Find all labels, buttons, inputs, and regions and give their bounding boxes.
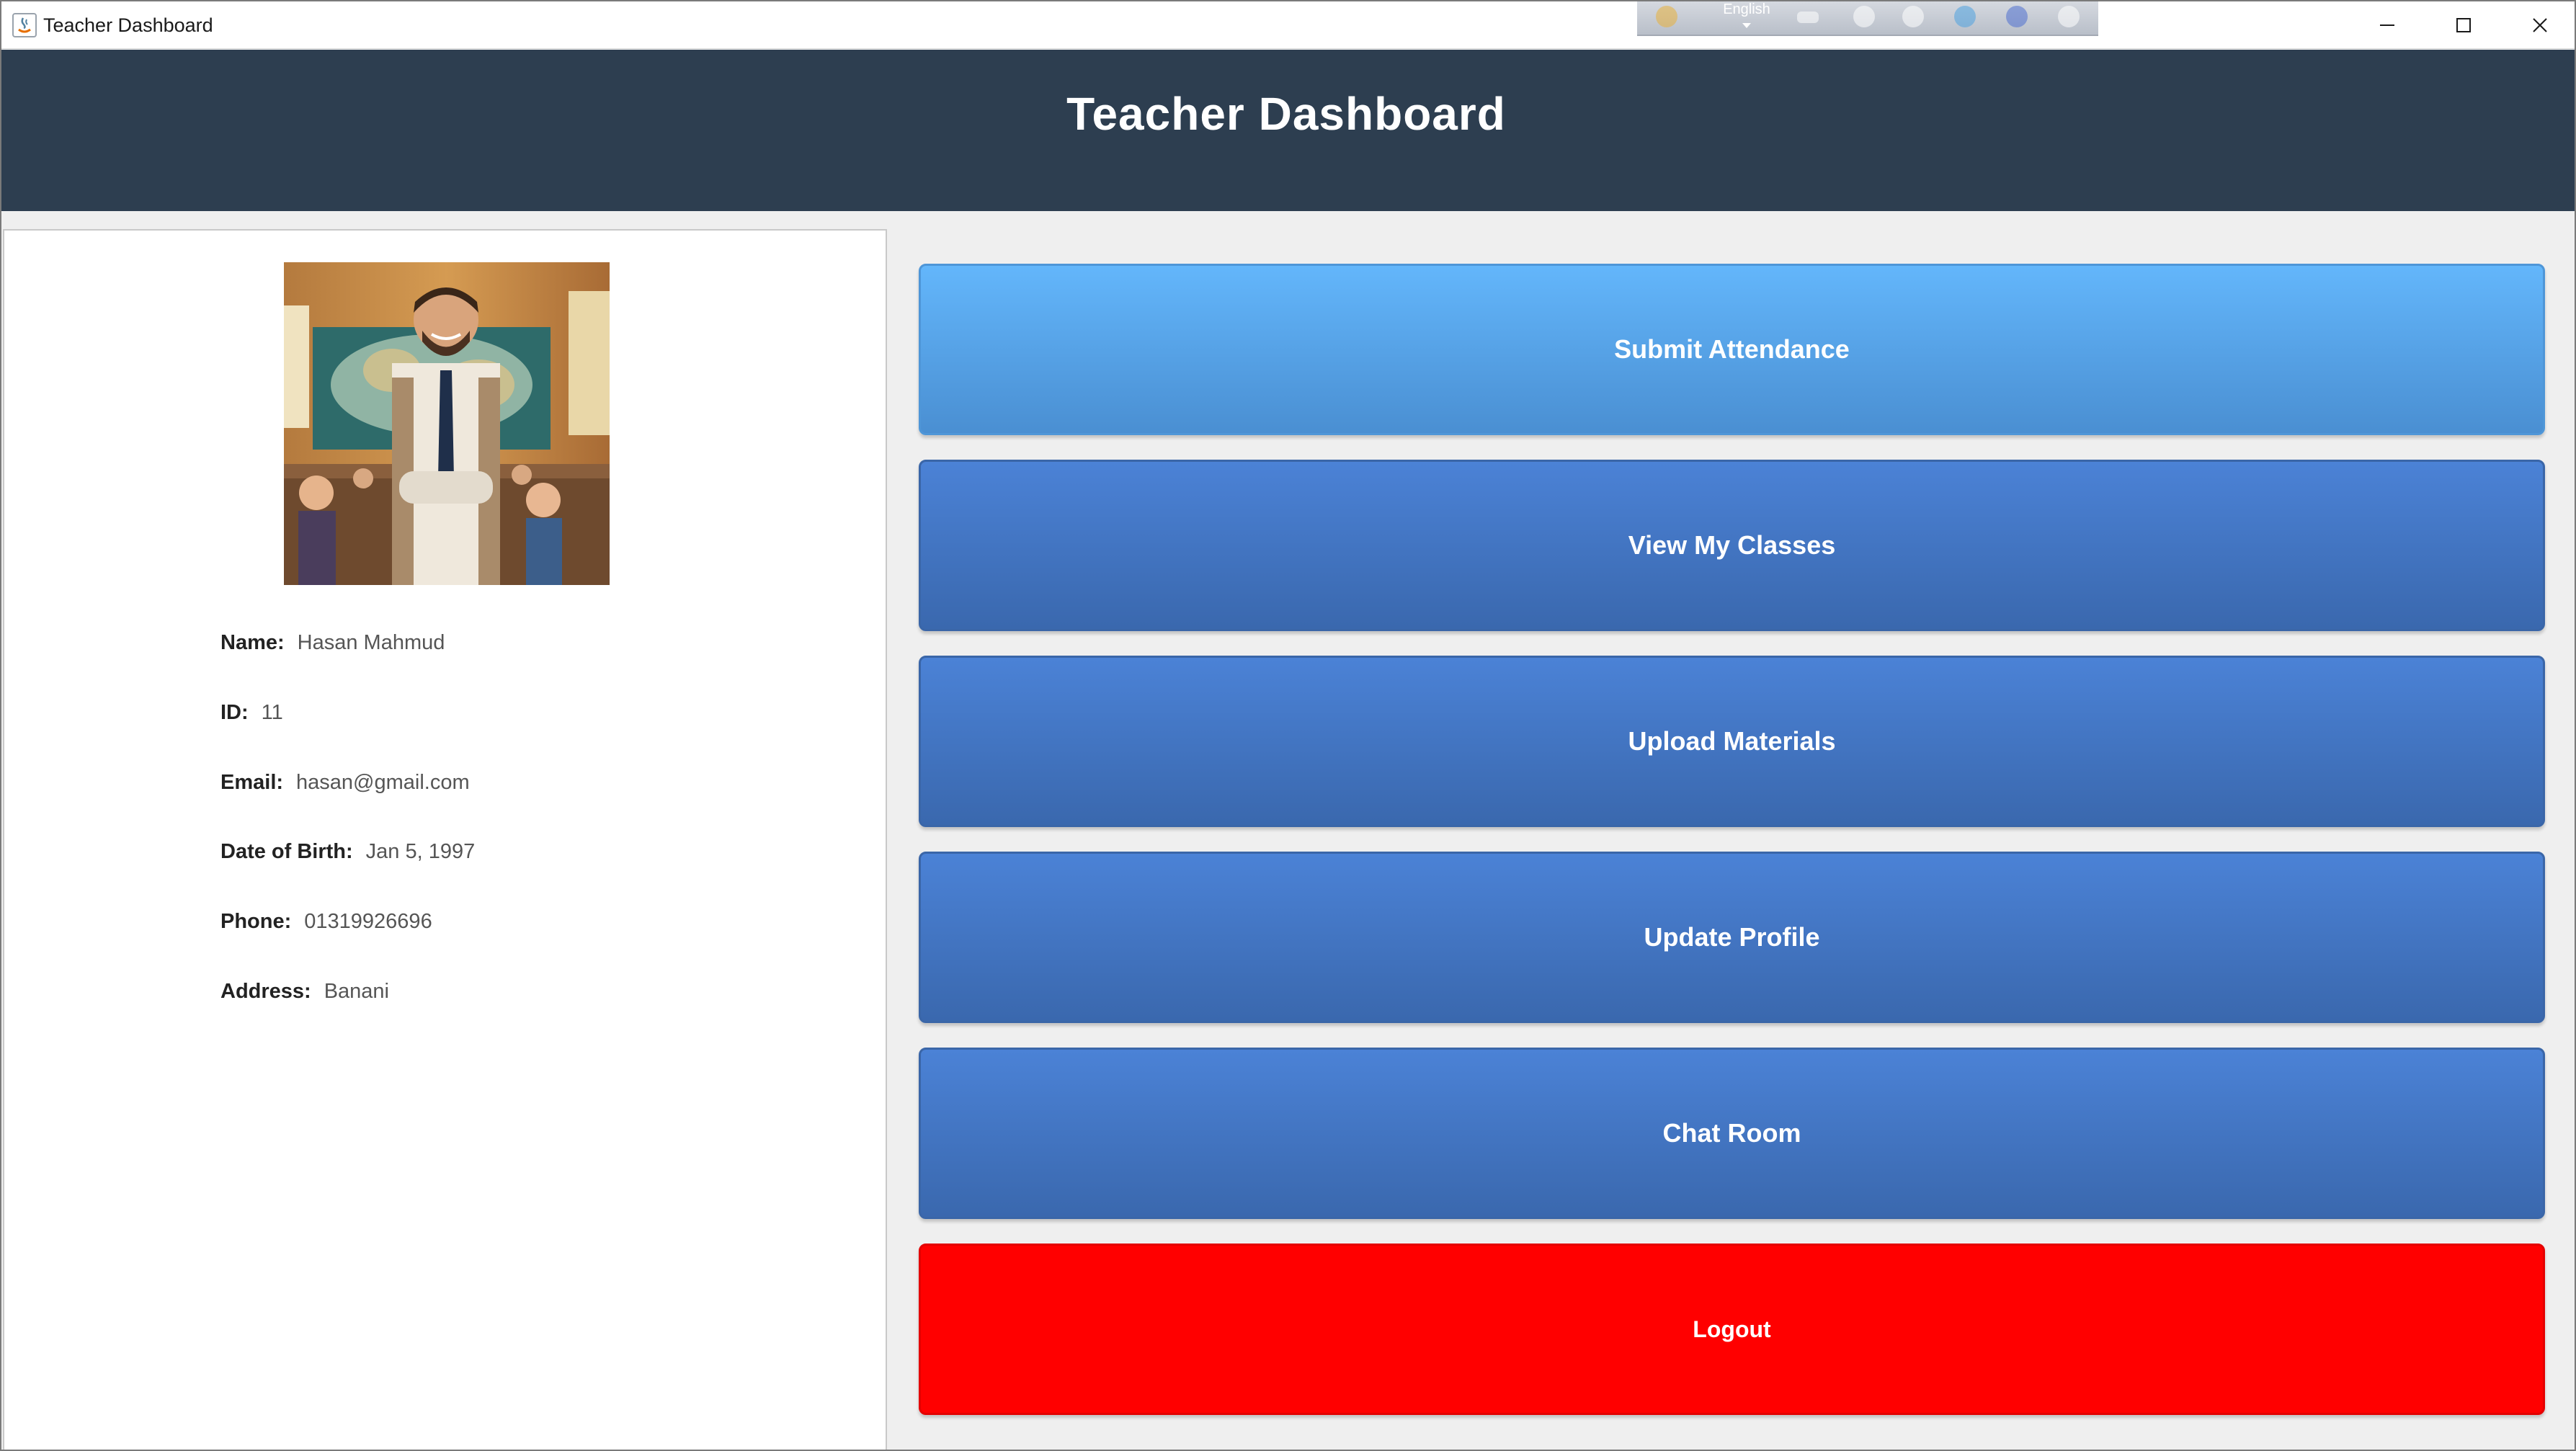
id-value: 11 [261,701,283,724]
teacher-dashboard-window: Teacher Dashboard English Teacher Dashbo… [0,0,2576,1451]
dob-label: Date of Birth: [220,840,353,863]
close-icon [2533,18,2547,32]
upload-materials-button[interactable]: Upload Materials [919,656,2545,827]
minimize-icon [2380,24,2394,26]
ime-logo-icon[interactable] [1656,6,1677,27]
name-label: Name: [220,631,285,654]
ime-language-label[interactable]: English [1711,1,1783,18]
teacher-profile-photo [284,262,610,585]
minimize-button[interactable] [2349,1,2425,49]
phone-value: 01319926696 [304,910,432,933]
profile-dob-row: Date of Birth: Jan 5, 1997 [220,840,475,864]
profile-address-row: Address: Banani [220,980,389,1004]
close-button[interactable] [2502,1,2575,49]
profile-phone-row: Phone: 01319926696 [220,910,432,934]
browser-icon[interactable] [1954,6,1976,27]
name-value: Hasan Mahmud [297,631,445,654]
profile-id-row: ID: 11 [220,701,283,725]
tool-icon[interactable] [1853,6,1875,27]
view-my-classes-button[interactable]: View My Classes [919,460,2545,631]
chevron-down-icon[interactable] [1742,23,1751,28]
window-title: Teacher Dashboard [43,14,213,36]
info-icon[interactable] [2058,6,2080,27]
id-label: ID: [220,701,249,724]
maximize-icon [2456,18,2471,32]
dashboard-header: Teacher Dashboard [1,50,2575,211]
profile-name-row: Name: Hasan Mahmud [220,631,445,655]
profile-email-row: Email: hasan@gmail.com [220,771,470,795]
ime-toolbar[interactable]: English [1637,1,2098,36]
email-value: hasan@gmail.com [296,771,470,794]
phone-label: Phone: [220,910,292,933]
page-title: Teacher Dashboard [1066,88,1506,140]
chat-room-button[interactable]: Chat Room [919,1048,2545,1219]
address-label: Address: [220,980,311,1003]
submit-attendance-button[interactable]: Submit Attendance [919,264,2545,435]
keyboard-icon[interactable] [1797,12,1819,23]
gear-icon[interactable] [1902,6,1924,27]
logout-button[interactable]: Logout [919,1244,2545,1415]
profile-panel: Name: Hasan Mahmud ID: 11 Email: hasan@gmai… [3,229,887,1450]
email-label: Email: [220,771,284,794]
dob-value: Jan 5, 1997 [365,840,476,863]
title-bar: Teacher Dashboard English [1,1,2575,49]
java-app-icon [12,13,37,37]
maximize-button[interactable] [2425,1,2502,49]
help-icon[interactable] [2006,6,2028,27]
address-value: Banani [324,980,390,1003]
update-profile-button[interactable]: Update Profile [919,852,2545,1023]
